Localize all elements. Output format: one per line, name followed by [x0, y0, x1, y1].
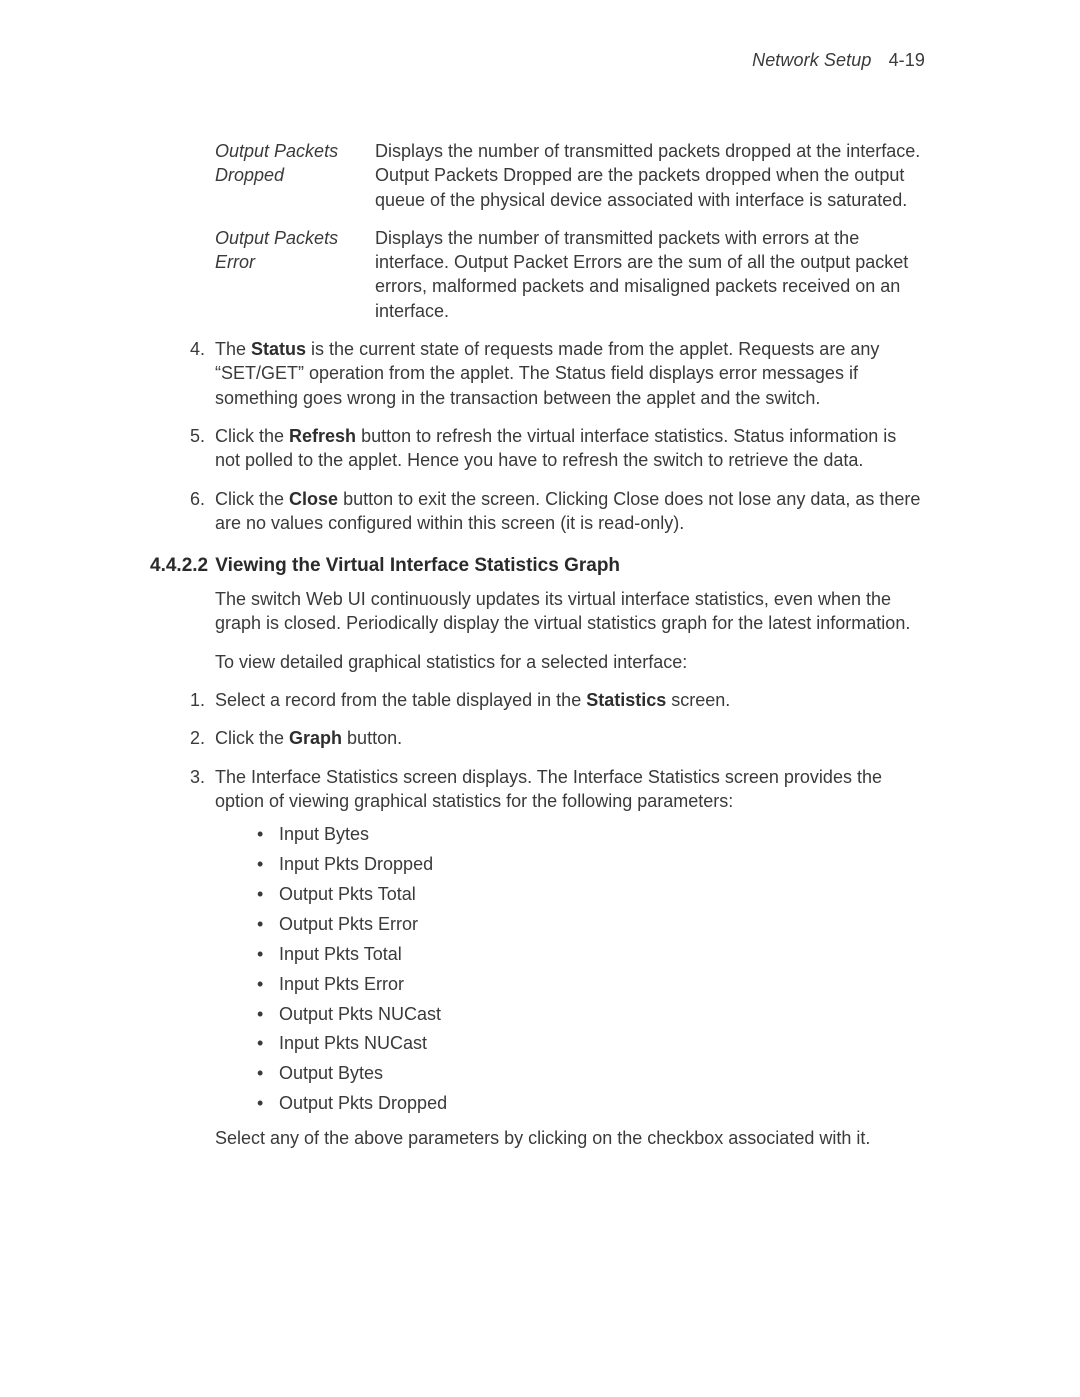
list-text-pre: The	[215, 339, 251, 359]
bullet-item: Output Pkts NUCast	[257, 1001, 925, 1029]
body-paragraph: To view detailed graphical statistics fo…	[215, 650, 925, 674]
page: Network Setup 4-19 Output Packets Droppe…	[0, 0, 1080, 1397]
definition-description: Displays the number of transmitted packe…	[375, 139, 925, 212]
bullet-item: Input Bytes	[257, 821, 925, 849]
list-text-post: button.	[342, 728, 402, 748]
bullet-item: Output Bytes	[257, 1060, 925, 1088]
section-number: 4.4.2.2	[150, 555, 210, 577]
bold-term-close: Close	[289, 489, 338, 509]
bold-term-graph: Graph	[289, 728, 342, 748]
section-title: Viewing the Virtual Interface Statistics…	[215, 555, 620, 576]
list-item: The Interface Statistics screen displays…	[180, 765, 925, 1151]
definition-term: Output Packets Error	[215, 226, 375, 323]
bold-term-status: Status	[251, 339, 306, 359]
numbered-list-sub: Select a record from the table displayed…	[180, 688, 925, 1150]
bullet-item: Input Pkts Error	[257, 971, 925, 999]
list-item: Click the Refresh button to refresh the …	[180, 424, 925, 473]
body-paragraph: The switch Web UI continuously updates i…	[215, 587, 925, 636]
definition-description: Displays the number of transmitted packe…	[375, 226, 925, 323]
list-text-post: The Interface Statistics screen displays…	[215, 767, 882, 811]
bullet-item: Input Pkts Total	[257, 941, 925, 969]
definition-row: Output Packets Error Displays the number…	[215, 226, 925, 323]
numbered-list-top: The Status is the current state of reque…	[180, 337, 925, 535]
definition-row: Output Packets Dropped Displays the numb…	[215, 139, 925, 212]
header-title: Network Setup	[752, 50, 883, 70]
header-page-number: 4-19	[889, 50, 925, 70]
list-text-pre: Click the	[215, 426, 289, 446]
list-item: Click the Close button to exit the scree…	[180, 487, 925, 536]
list-text-post: is the current state of requests made fr…	[215, 339, 879, 408]
bullet-item: Output Pkts Error	[257, 911, 925, 939]
bullet-list: Input Bytes Input Pkts Dropped Output Pk…	[257, 821, 925, 1118]
bullet-item: Output Pkts Total	[257, 881, 925, 909]
list-item: Select a record from the table displayed…	[180, 688, 925, 712]
list-text-pre: Click the	[215, 728, 289, 748]
definition-term: Output Packets Dropped	[215, 139, 375, 212]
bullet-item: Input Pkts NUCast	[257, 1030, 925, 1058]
list-item: The Status is the current state of reque…	[180, 337, 925, 410]
bold-term-refresh: Refresh	[289, 426, 356, 446]
list-text-pre: Select a record from the table displayed…	[215, 690, 586, 710]
list-text-post: screen.	[666, 690, 730, 710]
section-heading: 4.4.2.2 Viewing the Virtual Interface St…	[150, 555, 925, 577]
bullet-item: Output Pkts Dropped	[257, 1090, 925, 1118]
list-item: Click the Graph button.	[180, 726, 925, 750]
bullet-item: Input Pkts Dropped	[257, 851, 925, 879]
list-text-pre: Click the	[215, 489, 289, 509]
page-header: Network Setup 4-19	[150, 50, 925, 71]
bold-term-statistics: Statistics	[586, 690, 666, 710]
definition-table: Output Packets Dropped Displays the numb…	[215, 139, 925, 323]
closing-paragraph: Select any of the above parameters by cl…	[215, 1126, 925, 1150]
